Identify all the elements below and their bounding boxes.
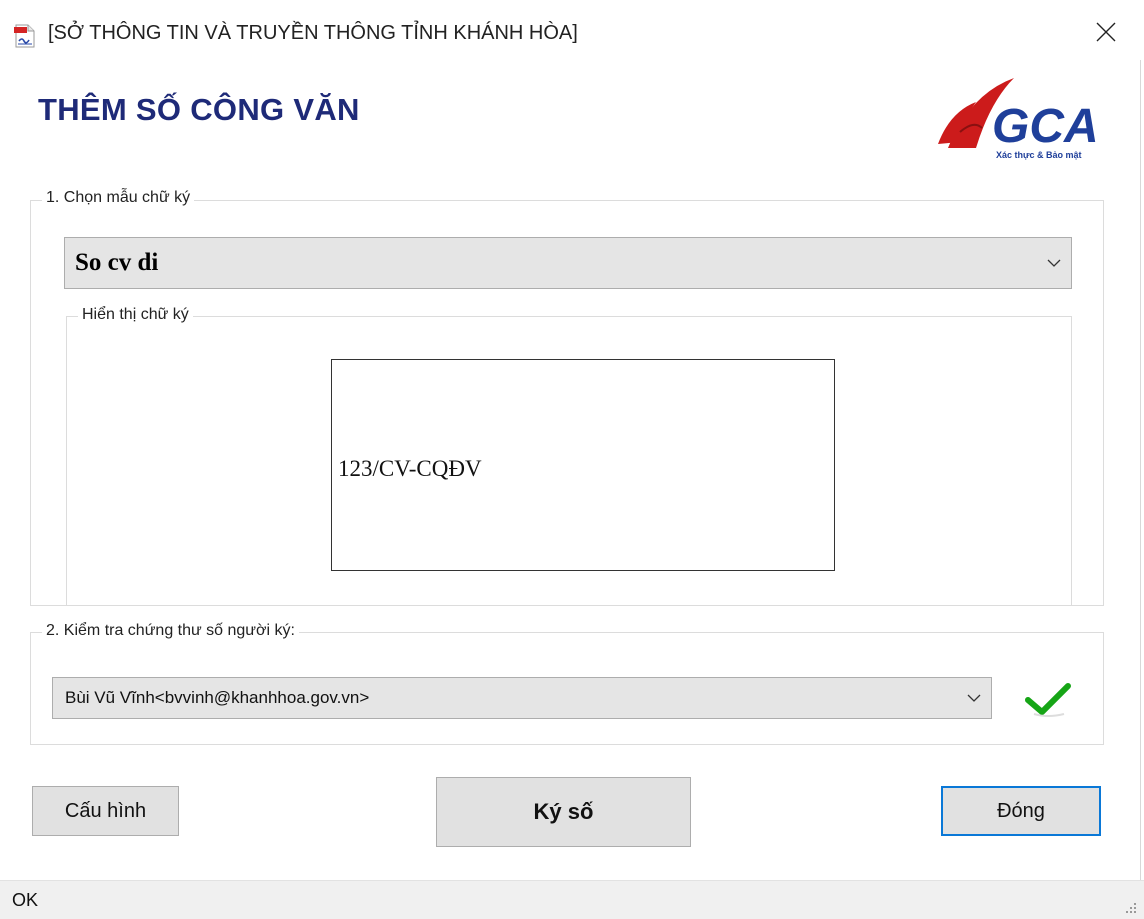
page-title: THÊM SỐ CÔNG VĂN	[38, 92, 360, 127]
chevron-down-icon[interactable]	[957, 678, 991, 718]
window-title: [SỞ THÔNG TIN VÀ TRUYỀN THÔNG TỈNH KHÁNH…	[48, 22, 578, 44]
close-window-button[interactable]	[1080, 14, 1132, 54]
window-edge	[1140, 60, 1141, 880]
close-button[interactable]: Đóng	[941, 786, 1101, 836]
resize-grip-icon[interactable]	[1122, 899, 1138, 915]
config-button[interactable]: Cấu hình	[32, 786, 179, 836]
certificate-select[interactable]: Bùi Vũ Vĩnh<bvvinh@khanhhoa.gov.vn>	[52, 677, 992, 719]
signature-preview-text: 123/CV-CQĐV	[338, 456, 482, 481]
certificate-legend: 2. Kiểm tra chứng thư số người ký:	[42, 622, 299, 640]
signature-preview-box: 123/CV-CQĐV	[331, 359, 835, 571]
certificate-value: Bùi Vũ Vĩnh<bvvinh@khanhhoa.gov.vn>	[65, 688, 370, 707]
vgca-logo: GCA Xác thực & Bảo mật	[930, 72, 1130, 162]
dialog-window: [SỞ THÔNG TIN VÀ TRUYỀN THÔNG TỈNH KHÁNH…	[0, 0, 1144, 919]
status-text: OK	[12, 890, 39, 910]
title-bar: [SỞ THÔNG TIN VÀ TRUYỀN THÔNG TỈNH KHÁNH…	[0, 0, 1144, 68]
background-artifact	[788, 0, 878, 3]
chevron-down-icon[interactable]	[1037, 238, 1071, 288]
signature-preview-legend: Hiển thị chữ ký	[78, 306, 193, 324]
logo-tagline: Xác thực & Bảo mật	[996, 150, 1082, 160]
close-icon[interactable]	[1096, 22, 1116, 47]
status-bar: OK	[0, 880, 1144, 919]
check-icon	[1024, 680, 1072, 720]
sign-button[interactable]: Ký số	[436, 777, 691, 847]
document-signature-icon	[14, 24, 36, 48]
signature-template-select[interactable]: So cv di	[64, 237, 1072, 289]
signature-template-legend: 1. Chọn mẫu chữ ký	[42, 189, 195, 207]
svg-text:GCA: GCA	[992, 100, 1099, 153]
signature-template-value: So cv di	[75, 249, 159, 276]
